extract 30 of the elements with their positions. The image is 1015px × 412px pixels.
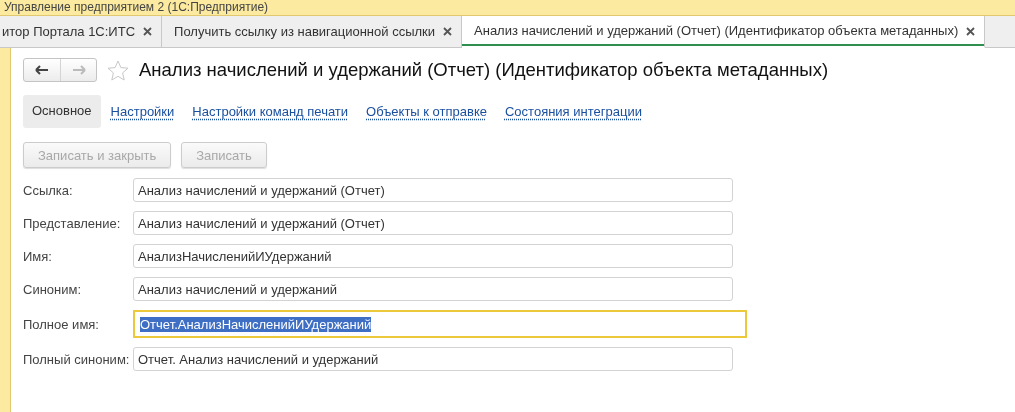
input-field[interactable]: Анализ начислений и удержаний (Отчет) xyxy=(133,211,733,235)
field-label: Синоним: xyxy=(23,281,83,297)
left-arrow-icon xyxy=(35,65,49,75)
tab-label: Получить ссылку из навигационной ссылки xyxy=(174,23,436,40)
form-tab[interactable]: Настройки xyxy=(102,95,183,128)
close-icon[interactable] xyxy=(443,27,453,36)
form-tab[interactable]: Основное xyxy=(23,95,101,128)
right-arrow-icon xyxy=(71,65,86,75)
form-tab[interactable]: Объекты к отправке xyxy=(358,95,495,128)
input-field[interactable]: Отчет.АнализНачисленийИУдержаний xyxy=(133,310,747,338)
tab-label: итор Портала 1С:ИТС xyxy=(2,23,136,40)
form-tab[interactable]: Настройки команд печати xyxy=(184,95,357,128)
window-title: Управление предприятием 2 (1С:Предприятие) xyxy=(3,0,270,15)
document-tab[interactable]: Анализ начислений и удержаний (Отчет) (Идентификатор объекта метаданных) xyxy=(462,16,986,48)
input-field[interactable]: Анализ начислений и удержаний (Отчет) xyxy=(133,178,733,202)
form-title: Анализ начислений и удержаний (Отчет) (Идентификатор объекта метаданных) xyxy=(139,59,829,81)
close-icon[interactable] xyxy=(143,27,153,36)
input-field[interactable]: Отчет. Анализ начислений и удержаний xyxy=(133,347,733,371)
document-tab[interactable]: итор Портала 1С:ИТС xyxy=(0,16,163,47)
field-label: Ссылка: xyxy=(23,182,74,198)
field-label: Имя: xyxy=(23,248,53,264)
field-label: Полный синоним: xyxy=(23,351,131,367)
tab-label: Анализ начислений и удержаний (Отчет) (Идентификатор объекта метаданных) xyxy=(474,23,959,39)
input-field[interactable]: АнализНачисленийИУдержаний xyxy=(133,244,733,268)
input-field[interactable]: Анализ начислений и удержаний xyxy=(133,277,733,301)
field-label: Представление: xyxy=(23,215,122,231)
field-label: Полное имя: xyxy=(23,316,100,332)
star-icon[interactable] xyxy=(107,59,129,81)
close-icon[interactable] xyxy=(966,26,976,36)
form-tab[interactable]: Состояния интеграции xyxy=(496,95,650,128)
